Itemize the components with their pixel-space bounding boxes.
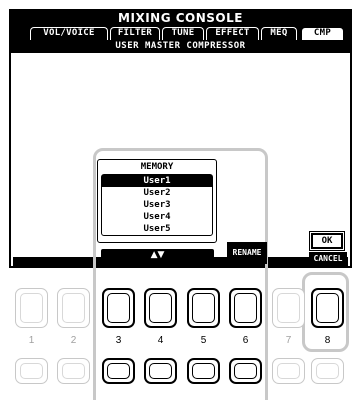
panel-button-8-lower[interactable] [311, 358, 344, 384]
screen-title: MIXING CONSOLE [11, 11, 350, 26]
memory-item-user1[interactable]: User1 [102, 175, 212, 187]
rename-button[interactable]: RENAME [227, 242, 267, 264]
tab-vol-voice[interactable]: VOL/VOICE [30, 27, 108, 40]
button-number-6: 6 [242, 335, 249, 346]
tab-cmp[interactable]: CMP [301, 27, 344, 41]
panel-button-3-lower[interactable] [102, 358, 135, 384]
tab-tune[interactable]: TUNE [162, 27, 204, 40]
panel-button-3-upper[interactable] [102, 288, 135, 328]
panel-button-8-upper[interactable] [311, 288, 344, 328]
panel-button-6-lower[interactable] [229, 358, 262, 384]
panel-button-2-lower[interactable] [57, 358, 90, 384]
memory-item-user3[interactable]: User3 [102, 199, 212, 211]
panel-button-7-lower[interactable] [272, 358, 305, 384]
ok-button[interactable]: OK [311, 233, 343, 249]
panel-button-2-upper[interactable] [57, 288, 90, 328]
tab-bar: VOL/VOICE FILTER TUNE EFFECT MEQ CMP [11, 26, 350, 41]
button-number-7: 7 [285, 335, 292, 346]
panel-button-6-upper[interactable] [229, 288, 262, 328]
tab-meq[interactable]: MEQ [261, 27, 297, 40]
panel-button-4-lower[interactable] [144, 358, 177, 384]
cancel-button[interactable]: CANCEL [309, 252, 347, 266]
button-number-4: 4 [157, 335, 164, 346]
panel-button-5-upper[interactable] [187, 288, 220, 328]
tab-filter[interactable]: FILTER [110, 27, 160, 40]
memory-item-user5[interactable]: User5 [102, 223, 212, 235]
button-number-8: 8 [324, 335, 331, 346]
memory-list: User1 User2 User3 User4 User5 [101, 174, 213, 236]
memory-item-user4[interactable]: User4 [102, 211, 212, 223]
panel-button-1-lower[interactable] [15, 358, 48, 384]
button-number-5: 5 [200, 335, 207, 346]
page-subheading: USER MASTER COMPRESSOR [11, 40, 350, 53]
button-number-1: 1 [28, 335, 35, 346]
panel-button-7-upper[interactable] [272, 288, 305, 328]
button-number-2: 2 [70, 335, 77, 346]
memory-item-user2[interactable]: User2 [102, 187, 212, 199]
tab-effect[interactable]: EFFECT [206, 27, 259, 40]
memory-popup: MEMORY User1 User2 User3 User4 User5 ▲▼ [97, 159, 217, 261]
scroll-arrows-icon[interactable]: ▲▼ [101, 249, 214, 261]
panel-button-5-lower[interactable] [187, 358, 220, 384]
button-number-3: 3 [115, 335, 122, 346]
memory-title: MEMORY [137, 162, 177, 172]
panel-button-1-upper[interactable] [15, 288, 48, 328]
panel-button-4-upper[interactable] [144, 288, 177, 328]
